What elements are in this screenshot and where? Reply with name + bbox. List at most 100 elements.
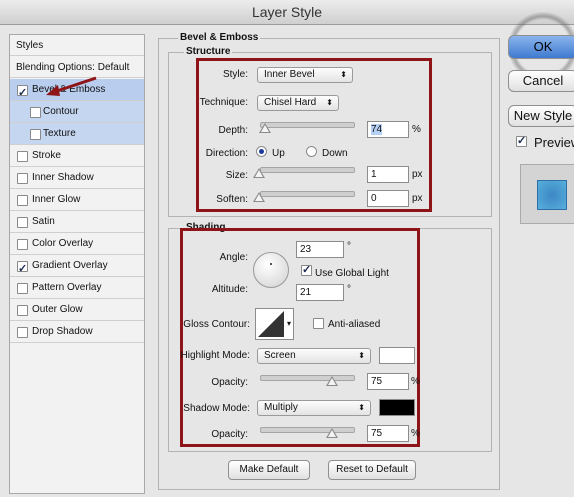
updown-chevron-icon: ⬍ [358, 403, 365, 412]
technique-dropdown[interactable]: Chisel Hard ⬍ [257, 95, 339, 111]
global-light-label: Use Global Light [315, 268, 389, 279]
direction-up-label: Up [272, 148, 285, 159]
style-item-label: Color Overlay [32, 238, 94, 249]
preview-swatch [537, 180, 567, 210]
style-item-outer-glow[interactable]: Outer Glow [10, 299, 144, 321]
dropdown-arrow-icon: ▾ [286, 319, 291, 328]
altitude-label: Altitude: [211, 284, 248, 295]
style-item-label: Pattern Overlay [32, 282, 102, 293]
soften-input[interactable]: 0 [367, 190, 409, 207]
highlight-mode-value: Screen [264, 350, 296, 361]
cancel-button[interactable]: Cancel [508, 70, 574, 92]
window-title: Layer Style [0, 0, 574, 25]
shadow-color-swatch[interactable] [379, 399, 415, 416]
size-unit: px [412, 169, 423, 180]
checkbox-gradient-overlay[interactable] [17, 259, 28, 280]
gloss-contour-label: Gloss Contour: [183, 319, 250, 330]
checkbox-color-overlay[interactable] [17, 239, 28, 250]
depth-slider-knob[interactable] [259, 123, 271, 133]
direction-label: Direction: [205, 148, 248, 159]
style-item-drop-shadow[interactable]: Drop Shadow [10, 321, 144, 343]
annotation-arrow-icon [46, 76, 97, 96]
technique-value: Chisel Hard [264, 97, 317, 108]
altitude-input[interactable]: 21 [296, 284, 344, 301]
structure-title: Structure [184, 46, 233, 57]
style-item-label: Contour [43, 106, 79, 117]
style-item-label: Satin [32, 216, 55, 227]
angle-input[interactable]: 23 [296, 241, 344, 258]
highlight-opacity-knob[interactable] [326, 376, 338, 386]
checkbox-inner-shadow[interactable] [17, 173, 28, 184]
checkbox-outer-glow[interactable] [17, 305, 28, 316]
checkbox-satin[interactable] [17, 217, 28, 228]
shadow-opacity-slider[interactable] [260, 427, 355, 433]
gloss-contour-picker[interactable]: ▾ [255, 308, 294, 340]
size-slider[interactable] [260, 167, 355, 173]
checkbox-drop-shadow[interactable] [17, 327, 28, 338]
soften-unit: px [412, 193, 423, 204]
highlight-opacity-label: Opacity: [211, 377, 248, 388]
highlight-opacity-input[interactable]: 75 [367, 373, 409, 390]
new-style-button[interactable]: New Style [508, 105, 574, 127]
checkbox-texture[interactable] [30, 129, 41, 140]
technique-label: Technique: [199, 97, 248, 108]
updown-chevron-icon: ⬍ [326, 98, 333, 107]
global-light-checkbox[interactable] [301, 263, 312, 276]
shadow-opacity-unit: % [411, 428, 420, 439]
checkbox-pattern-overlay[interactable] [17, 283, 28, 294]
depth-label: Depth: [218, 125, 248, 136]
style-item-inner-glow[interactable]: Inner Glow [10, 189, 144, 211]
checkbox-stroke[interactable] [17, 151, 28, 162]
style-item-texture[interactable]: Texture [10, 123, 144, 145]
style-item-label: Texture [43, 128, 76, 139]
preview-checkbox[interactable] [516, 134, 527, 147]
direction-up-radio[interactable] [256, 146, 267, 157]
highlight-color-swatch[interactable] [379, 347, 415, 364]
shadow-opacity-label: Opacity: [211, 429, 248, 440]
updown-chevron-icon: ⬍ [340, 70, 347, 79]
shadow-mode-label: Shadow Mode: [183, 403, 250, 414]
size-input[interactable]: 1 [367, 166, 409, 183]
highlight-opacity-slider[interactable] [260, 375, 355, 381]
style-value: Inner Bevel [264, 69, 315, 80]
depth-input[interactable]: 74 [367, 121, 409, 138]
shadow-opacity-input[interactable]: 75 [367, 425, 409, 442]
style-item-label: Inner Shadow [32, 172, 94, 183]
updown-chevron-icon: ⬍ [358, 351, 365, 360]
angle-dial[interactable] [253, 252, 289, 288]
angle-label: Angle: [219, 252, 248, 263]
style-item-stroke[interactable]: Stroke [10, 145, 144, 167]
size-slider-knob[interactable] [253, 168, 265, 178]
checkbox-contour[interactable] [30, 107, 41, 118]
checkbox-bevel-emboss[interactable] [17, 83, 28, 104]
soften-slider-knob[interactable] [253, 192, 265, 202]
shadow-mode-dropdown[interactable]: Multiply ⬍ [257, 400, 371, 416]
style-item-label: Stroke [32, 150, 61, 161]
soften-slider[interactable] [260, 191, 355, 197]
styles-header[interactable]: Styles [10, 35, 144, 56]
style-item-gradient-overlay[interactable]: Gradient Overlay [10, 255, 144, 280]
angle-dial-marker [270, 263, 272, 265]
reset-to-default-button[interactable]: Reset to Default [328, 460, 416, 480]
ok-button[interactable]: OK [508, 35, 574, 59]
highlight-opacity-unit: % [411, 376, 420, 387]
highlight-mode-dropdown[interactable]: Screen ⬍ [257, 348, 371, 364]
direction-down-radio[interactable] [306, 146, 317, 157]
soften-label: Soften: [216, 194, 248, 205]
anti-aliased-checkbox[interactable] [313, 318, 324, 329]
angle-degree: ° [347, 241, 351, 252]
style-item-contour[interactable]: Contour [10, 101, 144, 123]
preview-label: Preview [534, 135, 574, 150]
style-item-satin[interactable]: Satin [10, 211, 144, 233]
style-item-color-overlay[interactable]: Color Overlay [10, 233, 144, 255]
depth-slider[interactable] [260, 122, 355, 128]
checkbox-inner-glow[interactable] [17, 195, 28, 206]
style-dropdown[interactable]: Inner Bevel ⬍ [257, 67, 353, 83]
shadow-mode-value: Multiply [264, 402, 298, 413]
style-item-inner-shadow[interactable]: Inner Shadow [10, 167, 144, 189]
layer-style-dialog: Layer Style Styles Blending Options: Def… [0, 0, 574, 497]
size-label: Size: [225, 170, 248, 181]
shadow-opacity-knob[interactable] [326, 428, 338, 438]
style-item-pattern-overlay[interactable]: Pattern Overlay [10, 277, 144, 299]
make-default-button[interactable]: Make Default [228, 460, 310, 480]
